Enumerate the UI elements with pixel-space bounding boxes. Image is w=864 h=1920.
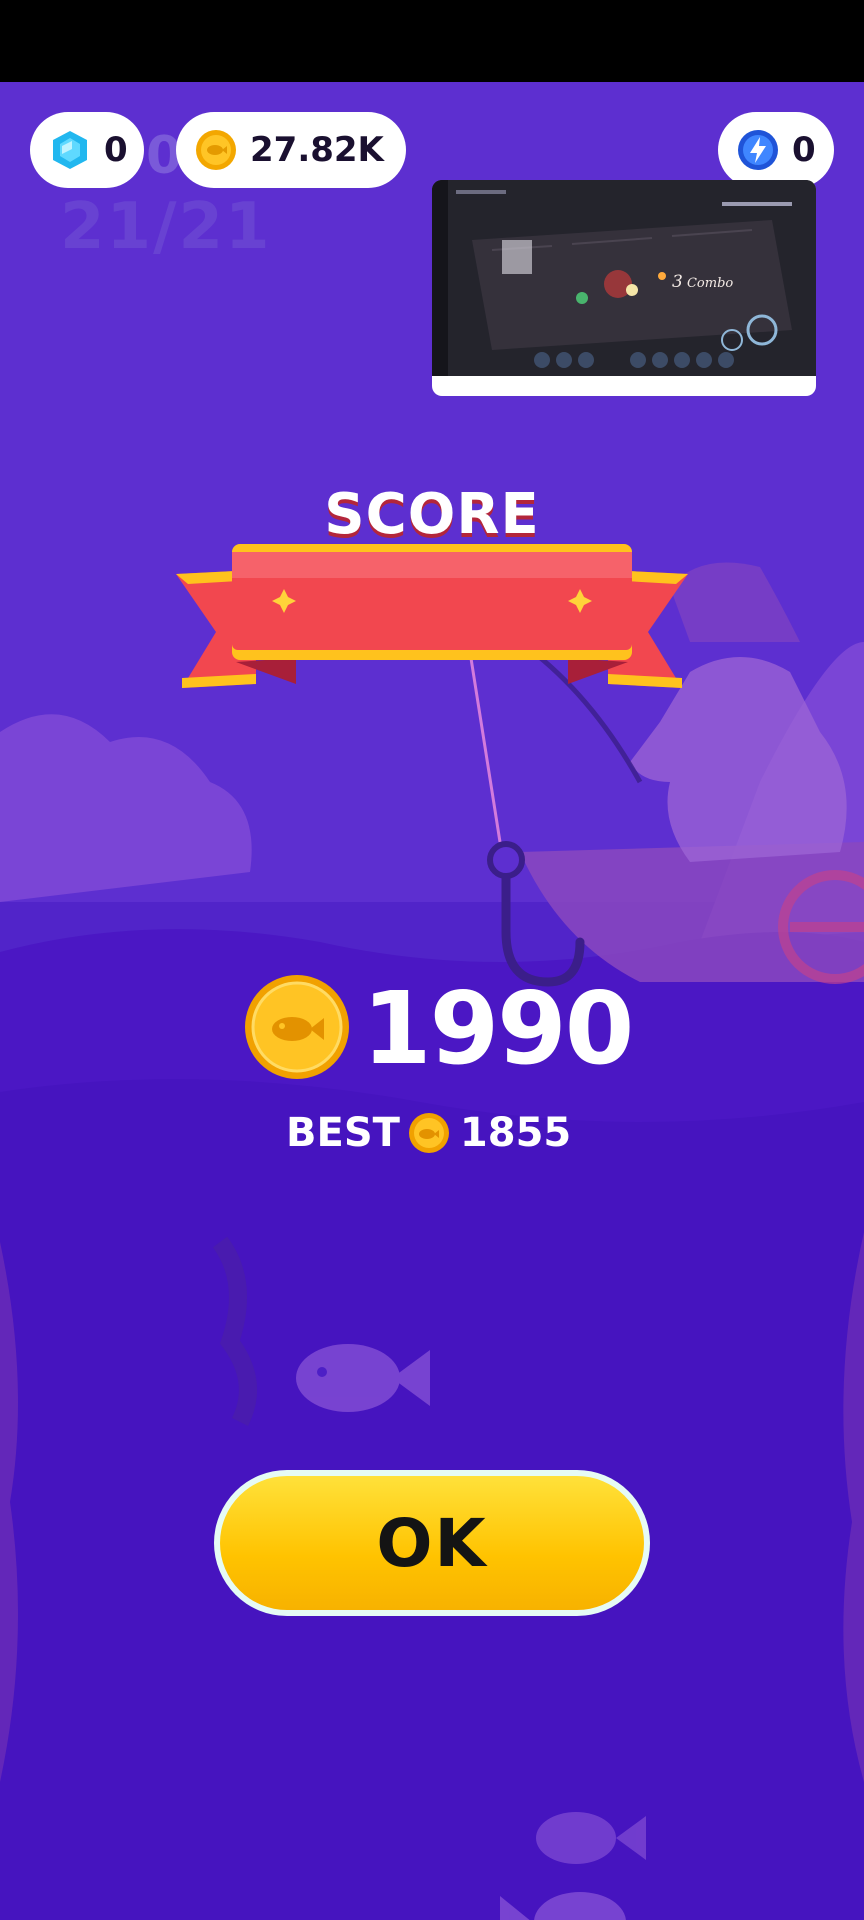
pip-video-overlay[interactable]: 3 Combo bbox=[432, 180, 816, 396]
best-label: BEST bbox=[286, 1110, 400, 1156]
score-value: 1990 bbox=[362, 970, 634, 1087]
game-screen: 0 21/21 0 27.82K 0 3 Combo SCORE 1990 BE… bbox=[0, 82, 864, 1920]
best-score-row: BEST 1855 bbox=[286, 1110, 571, 1156]
fish-coin-icon bbox=[245, 975, 349, 1079]
energy-counter[interactable]: 0 bbox=[718, 112, 834, 188]
ok-button-label: OK bbox=[220, 1476, 644, 1610]
best-value: 1855 bbox=[459, 1110, 572, 1156]
coin-counter[interactable]: 27.82K bbox=[176, 112, 406, 188]
gem-count: 0 bbox=[104, 130, 128, 170]
combo-indicator: 3 Combo bbox=[672, 272, 733, 292]
coin-icon bbox=[194, 128, 238, 172]
coin-icon bbox=[408, 1112, 450, 1154]
gem-icon bbox=[48, 128, 92, 172]
energy-count: 0 bbox=[792, 130, 816, 170]
video-frame bbox=[432, 180, 816, 376]
score-banner-title: SCORE bbox=[324, 482, 540, 547]
energy-icon bbox=[736, 128, 780, 172]
coin-count: 27.82K bbox=[250, 130, 384, 170]
gem-counter[interactable]: 0 bbox=[30, 112, 144, 188]
ghost-attempts-counter: 21/21 bbox=[60, 190, 272, 264]
combo-label: Combo bbox=[686, 276, 734, 291]
ok-button[interactable]: OK bbox=[214, 1470, 650, 1616]
combo-value: 3 bbox=[672, 272, 683, 292]
